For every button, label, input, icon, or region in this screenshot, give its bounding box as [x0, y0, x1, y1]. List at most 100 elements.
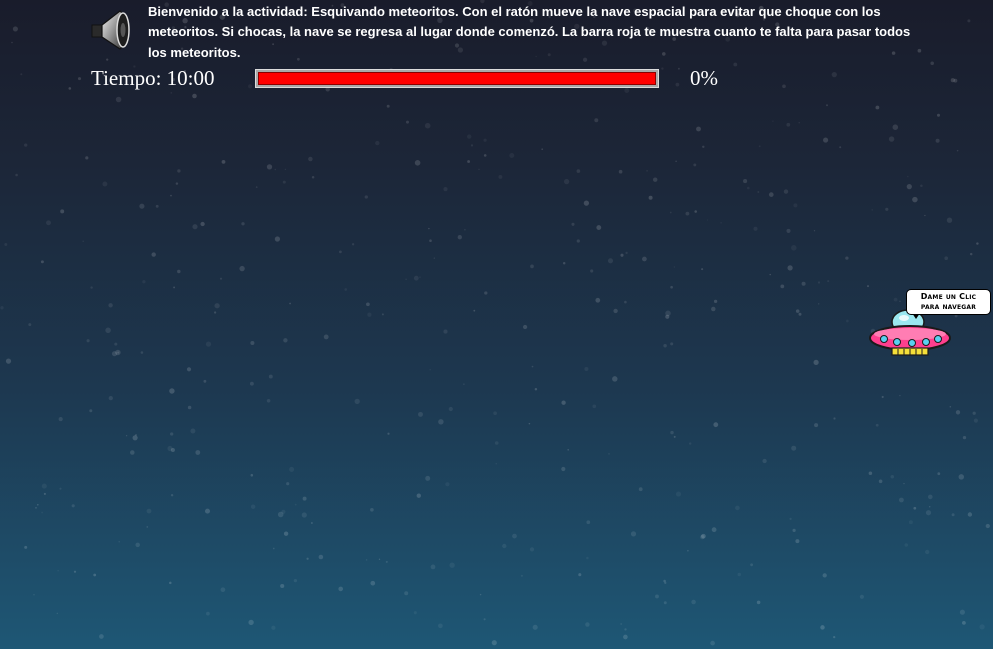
- star-dot: [370, 507, 374, 512]
- star-dot: [428, 227, 430, 230]
- star-dot: [520, 574, 523, 577]
- star-dot: [702, 145, 705, 149]
- star-dot: [673, 435, 676, 438]
- star-dot: [146, 508, 152, 514]
- star-dot: [670, 285, 673, 289]
- star-dot: [534, 387, 538, 391]
- star-dot: [583, 200, 590, 206]
- star-dot: [479, 593, 482, 596]
- star-dot: [498, 174, 503, 179]
- star-dot: [57, 570, 59, 572]
- star-dot: [85, 156, 89, 160]
- star-dot: [630, 531, 637, 537]
- star-dot: [652, 177, 658, 182]
- star-dot: [406, 120, 409, 124]
- star-dot: [204, 508, 211, 514]
- star-dot: [701, 533, 706, 539]
- speech-bubble[interactable]: Dame un Clic para navegar: [906, 289, 991, 315]
- star-dot: [801, 281, 806, 286]
- star-dot: [890, 475, 895, 479]
- star-dot: [594, 118, 599, 123]
- star-dot: [976, 242, 979, 245]
- star-dot: [793, 203, 798, 208]
- star-dot: [669, 211, 672, 214]
- speaker-icon[interactable]: [86, 5, 134, 53]
- star-dot: [670, 430, 674, 435]
- star-dot: [301, 512, 307, 518]
- star-dot: [820, 625, 825, 630]
- star-dot: [293, 578, 298, 583]
- star-dot: [206, 611, 210, 616]
- star-dot: [177, 169, 181, 173]
- star-dot: [46, 220, 51, 226]
- star-dot: [951, 513, 955, 517]
- star-dot: [935, 138, 940, 143]
- star-dot: [735, 505, 740, 511]
- star-dot: [491, 640, 497, 646]
- star-dot: [967, 512, 973, 517]
- star-dot: [798, 312, 802, 316]
- star-dot: [28, 323, 32, 327]
- star-dot: [387, 432, 390, 435]
- star-dot: [878, 479, 883, 484]
- star-dot: [169, 388, 175, 394]
- star-dot: [118, 540, 120, 543]
- star-dot: [413, 275, 419, 281]
- star-dot: [613, 308, 618, 314]
- star-dot: [108, 303, 113, 308]
- star-dot: [114, 342, 118, 346]
- star-dot: [813, 230, 816, 232]
- star-dot: [214, 303, 220, 309]
- star-dot: [294, 503, 297, 506]
- star-dot: [175, 182, 179, 185]
- star-dot: [833, 417, 836, 420]
- star-dot: [419, 276, 421, 278]
- star-dot: [125, 435, 128, 437]
- star-dot: [531, 365, 534, 368]
- star-dot: [661, 67, 664, 70]
- star-dot: [563, 178, 570, 185]
- star-dot: [743, 179, 748, 184]
- star-dot: [115, 96, 122, 103]
- star-dot: [930, 61, 934, 66]
- star-dot: [846, 319, 849, 323]
- star-dot: [925, 510, 932, 516]
- star-dot: [280, 583, 285, 589]
- star-dot: [339, 250, 342, 254]
- star-dot: [696, 126, 701, 132]
- star-dot: [483, 138, 487, 142]
- progress-bar: [255, 69, 659, 88]
- star-dot: [737, 572, 742, 577]
- star-dot: [286, 482, 290, 486]
- navigate-button[interactable]: Dame un Clic para navegar: [868, 288, 993, 360]
- star-dot: [677, 67, 680, 70]
- star-dot: [625, 251, 628, 255]
- star-dot: [769, 273, 771, 276]
- star-dot: [888, 136, 895, 142]
- star-dot: [898, 497, 904, 503]
- star-dot: [351, 243, 355, 246]
- star-dot: [213, 311, 217, 314]
- star-dot: [58, 417, 63, 422]
- star-dot: [418, 411, 423, 417]
- star-dot: [140, 351, 144, 354]
- star-dot: [899, 394, 901, 397]
- star-dot: [946, 217, 953, 223]
- star-dot: [170, 447, 175, 453]
- star-dot: [813, 359, 819, 366]
- star-dot: [241, 222, 245, 226]
- star-dot: [105, 327, 111, 334]
- star-dot: [302, 496, 307, 501]
- star-dot: [89, 409, 93, 413]
- star-dot: [912, 196, 918, 203]
- star-dot: [170, 432, 174, 436]
- star-dot: [86, 339, 90, 343]
- star-dot: [483, 154, 487, 157]
- star-dot: [416, 493, 421, 498]
- starfield-background: [0, 0, 990, 646]
- star-dot: [881, 395, 884, 399]
- star-dot: [786, 122, 791, 127]
- star-dot: [648, 195, 653, 200]
- star-dot: [825, 104, 829, 107]
- star-dot: [108, 395, 113, 401]
